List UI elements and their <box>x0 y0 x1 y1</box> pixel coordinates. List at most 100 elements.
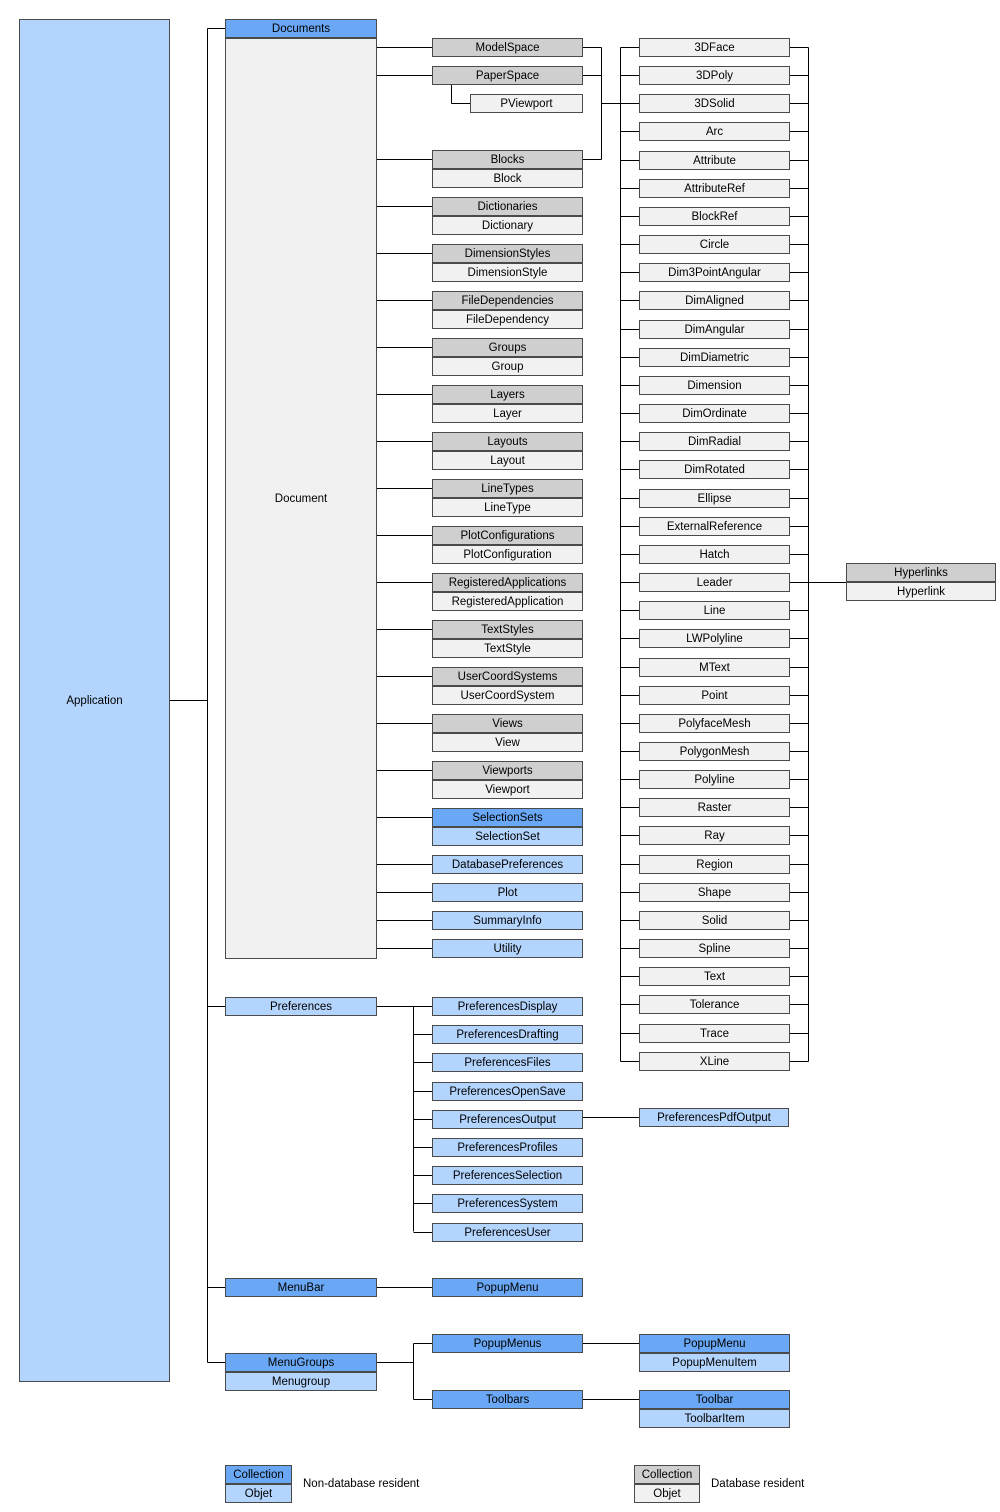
collection-dictionaries-collection: Dictionaries <box>432 197 583 216</box>
modelspace-collection: ModelSpace <box>432 38 583 57</box>
menugroups-collection: MenuGroups <box>225 1353 377 1372</box>
entity-dimdiametric: DimDiametric <box>639 348 790 367</box>
entity-spline: Spline <box>639 939 790 958</box>
entity-3dpoly: 3DPoly <box>639 66 790 85</box>
entity-trace: Trace <box>639 1024 790 1043</box>
entity-point: Point <box>639 686 790 705</box>
collection-plotconfigurations-collection: PlotConfigurations <box>432 526 583 545</box>
menubar-popupmenu-collection: PopupMenu <box>432 1278 583 1297</box>
entity-polygonmesh: PolygonMesh <box>639 742 790 761</box>
document-object: Document <box>225 38 377 959</box>
menugroups-object: Menugroup <box>225 1372 377 1391</box>
paperspace-collection: PaperSpace <box>432 66 583 85</box>
collection-views-object: View <box>432 733 583 752</box>
toolbar-collection: Toolbar <box>639 1390 790 1409</box>
entity-arc: Arc <box>639 122 790 141</box>
object-preferencesfiles: PreferencesFiles <box>432 1053 583 1072</box>
pviewport-object: PViewport <box>470 94 583 113</box>
entity-leader: Leader <box>639 573 790 592</box>
entity-blockref: BlockRef <box>639 207 790 226</box>
legend-db-collection: Collection <box>634 1465 700 1484</box>
legend-db-object: Objet <box>634 1484 700 1503</box>
entity-dim3pointangular: Dim3PointAngular <box>639 263 790 282</box>
entity-ray: Ray <box>639 826 790 845</box>
legend-db-label: Database resident <box>711 1478 805 1490</box>
hyperlinks-collection: Hyperlinks <box>846 563 996 582</box>
entity-externalreference: ExternalReference <box>639 517 790 536</box>
object-preferencesdisplay: PreferencesDisplay <box>432 997 583 1016</box>
collection-layouts-collection: Layouts <box>432 432 583 451</box>
preferences-pdf-output-object: PreferencesPdfOutput <box>639 1108 789 1127</box>
object-preferencesdrafting: PreferencesDrafting <box>432 1025 583 1044</box>
collection-viewports-object: Viewport <box>432 780 583 799</box>
collection-groups-collection: Groups <box>432 338 583 357</box>
collection-linetypes-object: LineType <box>432 498 583 517</box>
legend-non-db-object: Objet <box>225 1484 292 1503</box>
entity-mtext: MText <box>639 658 790 677</box>
entity-raster: Raster <box>639 798 790 817</box>
popupmenus-collection: PopupMenus <box>432 1334 583 1353</box>
entity-dimordinate: DimOrdinate <box>639 404 790 423</box>
menubar-collection: MenuBar <box>225 1278 377 1297</box>
entity-attributeref: AttributeRef <box>639 179 790 198</box>
collection-textstyles-object: TextStyle <box>432 639 583 658</box>
entity-attribute: Attribute <box>639 151 790 170</box>
object-preferencesprofiles: PreferencesProfiles <box>432 1138 583 1157</box>
entity-polyfacemesh: PolyfaceMesh <box>639 714 790 733</box>
hyperlinks-object: Hyperlink <box>846 582 996 601</box>
selectionsets-collection: SelectionSets <box>432 808 583 827</box>
collection-dimensionstyles-object: DimensionStyle <box>432 263 583 282</box>
entity-dimrotated: DimRotated <box>639 460 790 479</box>
collection-plotconfigurations-object: PlotConfiguration <box>432 545 583 564</box>
object-summaryinfo: SummaryInfo <box>432 911 583 930</box>
entity-solid: Solid <box>639 911 790 930</box>
entity-region: Region <box>639 855 790 874</box>
entity-dimension: Dimension <box>639 376 790 395</box>
object-preferencesopensave: PreferencesOpenSave <box>432 1082 583 1101</box>
collection-linetypes-collection: LineTypes <box>432 479 583 498</box>
collection-textstyles-collection: TextStyles <box>432 620 583 639</box>
legend-non-db-collection: Collection <box>225 1465 292 1484</box>
collection-filedependencies-object: FileDependency <box>432 310 583 329</box>
entity-line: Line <box>639 601 790 620</box>
legend-non-db-label: Non-database resident <box>303 1478 420 1490</box>
collection-dictionaries-object: Dictionary <box>432 216 583 235</box>
entity-tolerance: Tolerance <box>639 995 790 1014</box>
entity-dimradial: DimRadial <box>639 432 790 451</box>
popupmenu-collection: PopupMenu <box>639 1334 790 1353</box>
collection-groups-object: Group <box>432 357 583 376</box>
collection-layers-object: Layer <box>432 404 583 423</box>
entity-circle: Circle <box>639 235 790 254</box>
entity-hatch: Hatch <box>639 545 790 564</box>
entity-dimangular: DimAngular <box>639 320 790 339</box>
object-utility: Utility <box>432 939 583 958</box>
documents-collection: Documents <box>225 19 377 38</box>
entity-3dsolid: 3DSolid <box>639 94 790 113</box>
popupmenu-object: PopupMenuItem <box>639 1353 790 1372</box>
collection-layers-collection: Layers <box>432 385 583 404</box>
toolbars-collection: Toolbars <box>432 1390 583 1409</box>
entity-lwpolyline: LWPolyline <box>639 629 790 648</box>
collection-blocks-object: Block <box>432 169 583 188</box>
entity-polyline: Polyline <box>639 770 790 789</box>
collection-usercoordsystems-object: UserCoordSystem <box>432 686 583 705</box>
entity-shape: Shape <box>639 883 790 902</box>
entity-text: Text <box>639 967 790 986</box>
collection-filedependencies-collection: FileDependencies <box>432 291 583 310</box>
collection-registeredapplications-object: RegisteredApplication <box>432 592 583 611</box>
collection-blocks-collection: Blocks <box>432 150 583 169</box>
collection-viewports-collection: Viewports <box>432 761 583 780</box>
object-databasepreferences: DatabasePreferences <box>432 855 583 874</box>
object-preferencesuser: PreferencesUser <box>432 1223 583 1242</box>
selectionsets-object: SelectionSet <box>432 827 583 846</box>
entity-3dface: 3DFace <box>639 38 790 57</box>
collection-layouts-object: Layout <box>432 451 583 470</box>
collection-registeredapplications-collection: RegisteredApplications <box>432 573 583 592</box>
collection-dimensionstyles-collection: DimensionStyles <box>432 244 583 263</box>
entity-dimaligned: DimAligned <box>639 291 790 310</box>
entity-ellipse: Ellipse <box>639 489 790 508</box>
entity-xline: XLine <box>639 1052 790 1071</box>
object-preferencesoutput: PreferencesOutput <box>432 1110 583 1129</box>
object-preferencessystem: PreferencesSystem <box>432 1194 583 1213</box>
object-plot: Plot <box>432 883 583 902</box>
